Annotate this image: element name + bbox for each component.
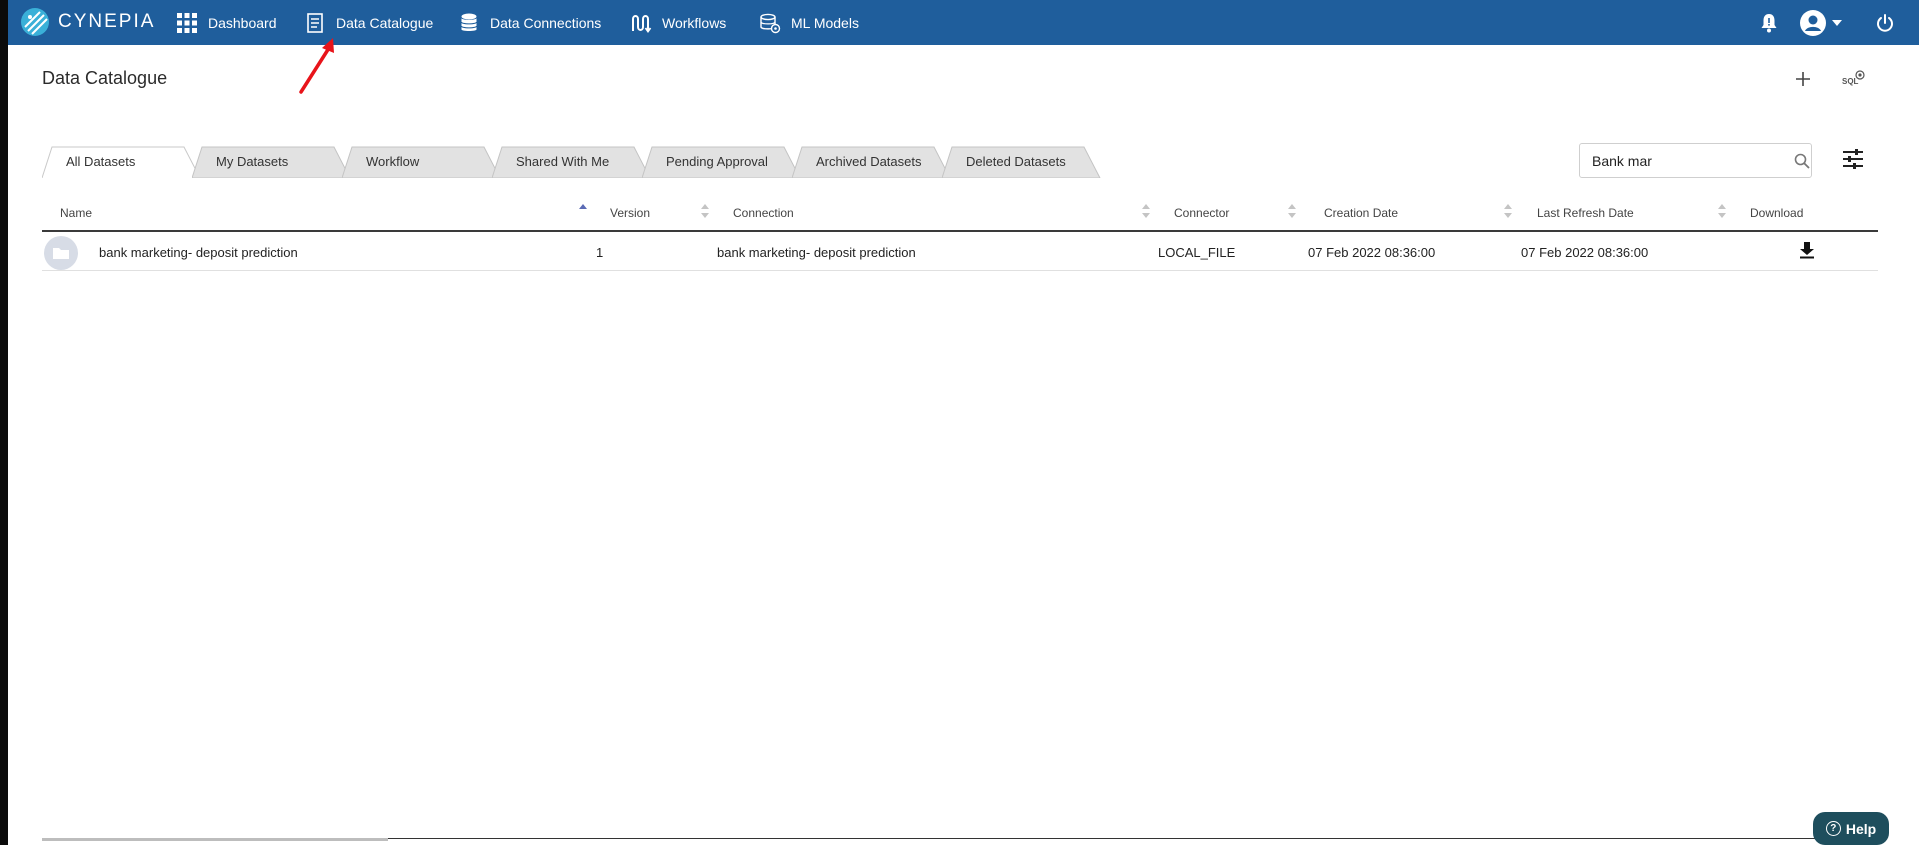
nav-item-data-connections[interactable]: Data Connections [458, 0, 601, 45]
sort-ascending-icon[interactable] [578, 203, 588, 219]
dataset-connection: bank marketing- deposit prediction [717, 245, 916, 260]
help-label: Help [1845, 820, 1877, 837]
tab-pending-approval[interactable]: Pending Approval [642, 146, 802, 178]
column-header-creation-date[interactable]: Creation Date [1324, 206, 1398, 220]
tab-all-datasets[interactable]: All Datasets [42, 146, 202, 178]
chevron-down-icon[interactable] [1830, 8, 1844, 38]
sort-icon[interactable] [1717, 203, 1727, 219]
filter-settings-icon[interactable] [1841, 147, 1865, 171]
user-avatar-icon[interactable] [1798, 8, 1828, 38]
brand-name: CYNEPIA [58, 11, 156, 32]
table-row[interactable]: bank marketing- deposit prediction 1 ban… [42, 233, 1878, 271]
sql-badge-icon [1855, 70, 1865, 80]
nav-label-ml-models: ML Models [791, 14, 859, 31]
sort-icon[interactable] [1287, 203, 1297, 219]
table-header: Name Version Connection Connector Creati… [42, 200, 1878, 232]
left-edge-strip [0, 0, 8, 845]
column-header-name[interactable]: Name [60, 206, 92, 220]
bell-icon[interactable] [1757, 8, 1781, 38]
grid-icon [177, 12, 197, 33]
help-button[interactable]: ? Help [1813, 812, 1889, 845]
dataset-creation-date: 07 Feb 2022 08:36:00 [1308, 245, 1436, 260]
dataset-connector: LOCAL_FILE [1158, 245, 1236, 260]
column-header-version[interactable]: Version [610, 206, 650, 220]
tab-my-datasets[interactable]: My Datasets [192, 146, 352, 178]
tab-deleted-datasets[interactable]: Deleted Datasets [942, 146, 1102, 178]
top-navigation-bar: CYNEPIA Dashboard Data Catalogue Data Co… [8, 0, 1919, 45]
download-icon[interactable] [1798, 241, 1816, 259]
horizontal-scrollbar[interactable] [42, 838, 388, 841]
column-header-connector[interactable]: Connector [1174, 206, 1229, 220]
column-header-last-refresh-date[interactable]: Last Refresh Date [1537, 206, 1634, 220]
nav-item-workflows[interactable]: Workflows [630, 0, 726, 45]
column-header-connection[interactable]: Connection [733, 206, 794, 220]
column-header-download: Download [1750, 206, 1804, 220]
sort-icon[interactable] [1141, 203, 1151, 219]
page-title: Data Catalogue [42, 68, 168, 88]
workflow-icon [632, 14, 652, 33]
search-input[interactable] [1592, 151, 1777, 171]
nav-item-dashboard[interactable]: Dashboard [176, 0, 277, 45]
folder-icon [44, 236, 78, 270]
search-icon[interactable] [1794, 153, 1810, 169]
tab-archived-datasets[interactable]: Archived Datasets [792, 146, 952, 178]
nav-label-data-catalogue: Data Catalogue [336, 14, 434, 31]
nav-label-data-connections: Data Connections [490, 14, 602, 31]
dataset-name[interactable]: bank marketing- deposit prediction [99, 245, 298, 260]
dataset-version: 1 [596, 245, 604, 260]
ml-models-icon [760, 13, 781, 33]
search-box [1579, 143, 1812, 178]
power-icon[interactable] [1873, 8, 1897, 38]
annotation-arrow-icon [299, 38, 334, 94]
plus-icon [1796, 72, 1810, 86]
brand[interactable]: CYNEPIA [20, 5, 155, 39]
tab-shared-with-me[interactable]: Shared With Me [492, 146, 652, 178]
nav-item-ml-models[interactable]: ML Models [759, 0, 859, 45]
add-dataset-button[interactable] [1790, 66, 1816, 92]
tab-workflow[interactable]: Workflow [342, 146, 502, 178]
dataset-last-refresh-date: 07 Feb 2022 08:36:00 [1521, 245, 1649, 260]
sort-icon[interactable] [1503, 203, 1513, 219]
nav-label-dashboard: Dashboard [208, 14, 277, 31]
nav-label-workflows: Workflows [662, 14, 727, 31]
sql-query-button[interactable]: SQL [1838, 68, 1866, 90]
database-icon [461, 13, 477, 31]
help-icon: ? [1825, 821, 1841, 836]
sort-icon[interactable] [700, 203, 710, 219]
document-icon [307, 12, 323, 33]
cynepia-logo-icon [21, 8, 49, 36]
